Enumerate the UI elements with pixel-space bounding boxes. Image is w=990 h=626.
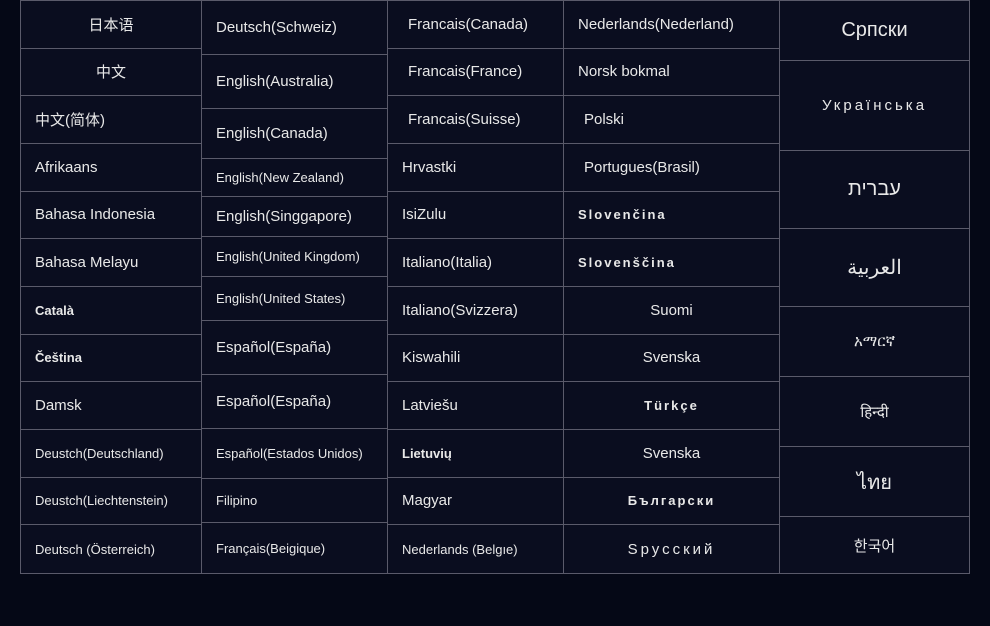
language-option[interactable]: English(United States) bbox=[202, 277, 387, 321]
language-option[interactable]: Deutsch(Schweiz) bbox=[202, 1, 387, 55]
language-option[interactable]: Italiano(Italia) bbox=[388, 239, 563, 287]
language-option[interactable]: Bahasa Melayu bbox=[21, 239, 201, 287]
language-option[interactable]: Español(España) bbox=[202, 321, 387, 375]
language-option[interactable]: Nederlands (Belgıe) bbox=[388, 525, 563, 573]
language-column-1: 日本语中文中文(简体)AfrikaansBahasa IndonesiaBaha… bbox=[21, 1, 202, 573]
language-option[interactable]: Lietuvių bbox=[388, 430, 563, 478]
language-option[interactable]: Afrikaans bbox=[21, 144, 201, 192]
language-option[interactable]: Türkçe bbox=[564, 382, 779, 430]
language-option[interactable]: Svenska bbox=[564, 335, 779, 383]
language-option[interactable]: Italiano(Svizzera) bbox=[388, 287, 563, 335]
language-option[interactable]: English(New Zealand) bbox=[202, 159, 387, 197]
language-option[interactable]: 한국어 bbox=[780, 517, 969, 573]
language-option[interactable]: Български bbox=[564, 478, 779, 526]
language-option[interactable]: Nederlands(Nederland) bbox=[564, 1, 779, 49]
language-option[interactable]: Polski bbox=[564, 96, 779, 144]
language-option[interactable]: Français(Beigique) bbox=[202, 523, 387, 573]
language-option[interactable]: English(Singgapore) bbox=[202, 197, 387, 237]
language-option[interactable]: עברית bbox=[780, 151, 969, 229]
language-option[interactable]: 中文(简体) bbox=[21, 96, 201, 144]
language-option[interactable]: Español(España) bbox=[202, 375, 387, 429]
language-option[interactable]: Català bbox=[21, 287, 201, 335]
language-option[interactable]: Francais(Suisse) bbox=[388, 96, 563, 144]
language-column-4: Nederlands(Nederland)Norsk bokmalPolskiP… bbox=[564, 1, 780, 573]
language-option[interactable]: Latviešu bbox=[388, 382, 563, 430]
language-option[interactable]: Čeština bbox=[21, 335, 201, 383]
language-option[interactable]: Portugues(Brasil) bbox=[564, 144, 779, 192]
language-column-2: Deutsch(Schweiz)English(Australia)Englis… bbox=[202, 1, 388, 573]
language-option[interactable]: العربية bbox=[780, 229, 969, 307]
language-column-5: СрпскиУкраїнськаעבריתالعربيةአማርኛहिन्दीไท… bbox=[780, 1, 969, 573]
language-option[interactable]: Deustch(Liechtenstein) bbox=[21, 478, 201, 526]
language-option[interactable]: हिन्दी bbox=[780, 377, 969, 447]
language-option[interactable]: Deustch(Deutschland) bbox=[21, 430, 201, 478]
language-option[interactable]: Українська bbox=[780, 61, 969, 151]
language-option[interactable]: Filipino bbox=[202, 479, 387, 523]
language-option[interactable]: English(Canada) bbox=[202, 109, 387, 159]
language-option[interactable]: Damsk bbox=[21, 382, 201, 430]
language-option[interactable]: Hrvastki bbox=[388, 144, 563, 192]
language-selection-panel: 日本语中文中文(简体)AfrikaansBahasa IndonesiaBaha… bbox=[0, 0, 990, 574]
language-option[interactable]: Norsk bokmal bbox=[564, 49, 779, 97]
language-option[interactable]: Slovenščina bbox=[564, 239, 779, 287]
language-option[interactable]: 中文 bbox=[21, 49, 201, 97]
language-option[interactable]: English(Australia) bbox=[202, 55, 387, 109]
language-option[interactable]: Kiswahili bbox=[388, 335, 563, 383]
language-column-3: Francais(Canada)Francais(France)Francais… bbox=[388, 1, 564, 573]
language-option[interactable]: ไทย bbox=[780, 447, 969, 517]
language-option[interactable]: 日本语 bbox=[21, 1, 201, 49]
language-option[interactable]: Francais(France) bbox=[388, 49, 563, 97]
language-option[interactable]: አማርኛ bbox=[780, 307, 969, 377]
language-option[interactable]: Slovenčina bbox=[564, 192, 779, 240]
language-option[interactable]: Svenska bbox=[564, 430, 779, 478]
language-option[interactable]: Español(Estados Unidos) bbox=[202, 429, 387, 479]
language-option[interactable]: Српски bbox=[780, 1, 969, 61]
language-option[interactable]: Deutsch (Österreich) bbox=[21, 525, 201, 573]
language-option[interactable]: Magyar bbox=[388, 478, 563, 526]
language-option[interactable]: IsiZulu bbox=[388, 192, 563, 240]
language-option[interactable]: Bahasa Indonesia bbox=[21, 192, 201, 240]
language-grid: 日本语中文中文(简体)AfrikaansBahasa IndonesiaBaha… bbox=[20, 0, 970, 574]
language-option[interactable]: Suomi bbox=[564, 287, 779, 335]
language-option[interactable]: English(United Kingdom) bbox=[202, 237, 387, 277]
language-option[interactable]: Sрусский bbox=[564, 525, 779, 573]
language-option[interactable]: Francais(Canada) bbox=[388, 1, 563, 49]
